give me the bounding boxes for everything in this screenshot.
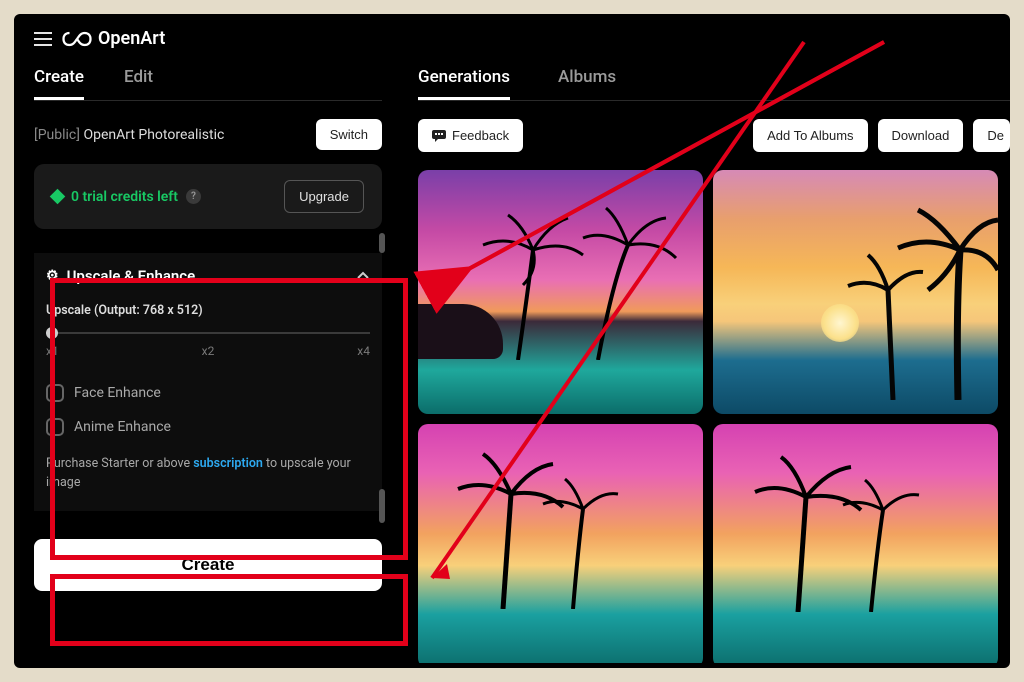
upscale-section: ⚙ Upscale & Enhance Upscale (Output: 768…	[34, 253, 382, 511]
slider-thumb[interactable]	[46, 327, 58, 339]
slider-ticks: x1 x2 x4	[46, 344, 370, 358]
palm-icon	[443, 439, 623, 609]
model-label: [Public] OpenArt Photorealistic	[34, 127, 224, 143]
face-enhance-row[interactable]: Face Enhance	[46, 376, 370, 410]
gallery	[418, 170, 1010, 663]
chevron-up-icon[interactable]	[356, 269, 370, 283]
brand-logo[interactable]: OpenArt	[62, 28, 165, 49]
anime-enhance-row[interactable]: Anime Enhance	[46, 410, 370, 444]
infinity-icon	[62, 29, 92, 49]
generation-thumb[interactable]	[713, 424, 998, 663]
checkbox[interactable]	[46, 384, 64, 402]
section-title: Upscale & Enhance	[67, 267, 196, 285]
tick-x4: x4	[357, 344, 370, 358]
action-row: Feedback Add To Albums Download De	[418, 101, 1010, 170]
brand-name: OpenArt	[98, 28, 165, 49]
create-button[interactable]: Create	[34, 539, 382, 591]
feedback-button[interactable]: Feedback	[418, 119, 523, 152]
main: Generations Albums Feedback Add To Album…	[402, 57, 1010, 663]
app-shell: OpenArt Create Edit [Public] OpenArt Pho…	[14, 14, 1010, 668]
anime-enhance-label: Anime Enhance	[74, 419, 171, 435]
upscale-label: Upscale (Output: 768 x 512)	[46, 303, 370, 318]
sidebar-tabs: Create Edit	[34, 57, 382, 101]
palm-icon	[838, 200, 998, 400]
credits-text: 0 trial credits left	[71, 189, 178, 205]
topbar: OpenArt	[14, 14, 1010, 57]
upgrade-button[interactable]: Upgrade	[284, 180, 364, 213]
tab-create[interactable]: Create	[34, 57, 84, 100]
upscale-slider[interactable]	[46, 332, 370, 334]
checkbox[interactable]	[46, 418, 64, 436]
palm-icon	[478, 200, 678, 360]
credits-left: 0 trial credits left ?	[52, 189, 201, 205]
face-enhance-label: Face Enhance	[74, 385, 161, 401]
model-name: OpenArt Photorealistic	[83, 127, 224, 143]
tab-albums[interactable]: Albums	[558, 57, 616, 100]
tick-x2: x2	[202, 344, 215, 358]
credits-box: 0 trial credits left ? Upgrade	[34, 164, 382, 229]
content: Create Edit [Public] OpenArt Photorealis…	[14, 57, 1010, 663]
model-row: [Public] OpenArt Photorealistic Switch	[34, 101, 382, 164]
scrollbar-thumb[interactable]	[379, 489, 385, 523]
download-button[interactable]: Download	[878, 119, 964, 152]
tab-edit[interactable]: Edit	[124, 57, 153, 100]
generation-thumb[interactable]	[418, 170, 703, 414]
diamond-icon	[50, 189, 66, 205]
subscription-link[interactable]: subscription	[193, 456, 263, 471]
generation-thumb[interactable]	[418, 424, 703, 663]
tab-generations[interactable]: Generations	[418, 57, 510, 100]
delete-button[interactable]: De	[973, 119, 1010, 152]
palm-icon	[743, 442, 923, 612]
scrollbar-thumb[interactable]	[379, 233, 385, 253]
chat-icon	[432, 130, 446, 142]
tick-x1: x1	[46, 344, 59, 358]
menu-icon[interactable]	[34, 32, 52, 46]
add-albums-button[interactable]: Add To Albums	[753, 119, 867, 152]
upscale-note: Purchase Starter or above subscription t…	[46, 454, 370, 493]
section-header[interactable]: ⚙ Upscale & Enhance	[46, 267, 370, 285]
model-prefix: [Public]	[34, 127, 83, 143]
sidebar: Create Edit [Public] OpenArt Photorealis…	[14, 57, 402, 663]
generation-thumb[interactable]	[713, 170, 998, 414]
gear-icon: ⚙	[46, 268, 59, 284]
switch-button[interactable]: Switch	[316, 119, 382, 150]
help-icon[interactable]: ?	[186, 189, 201, 204]
main-tabs: Generations Albums	[418, 57, 1010, 101]
